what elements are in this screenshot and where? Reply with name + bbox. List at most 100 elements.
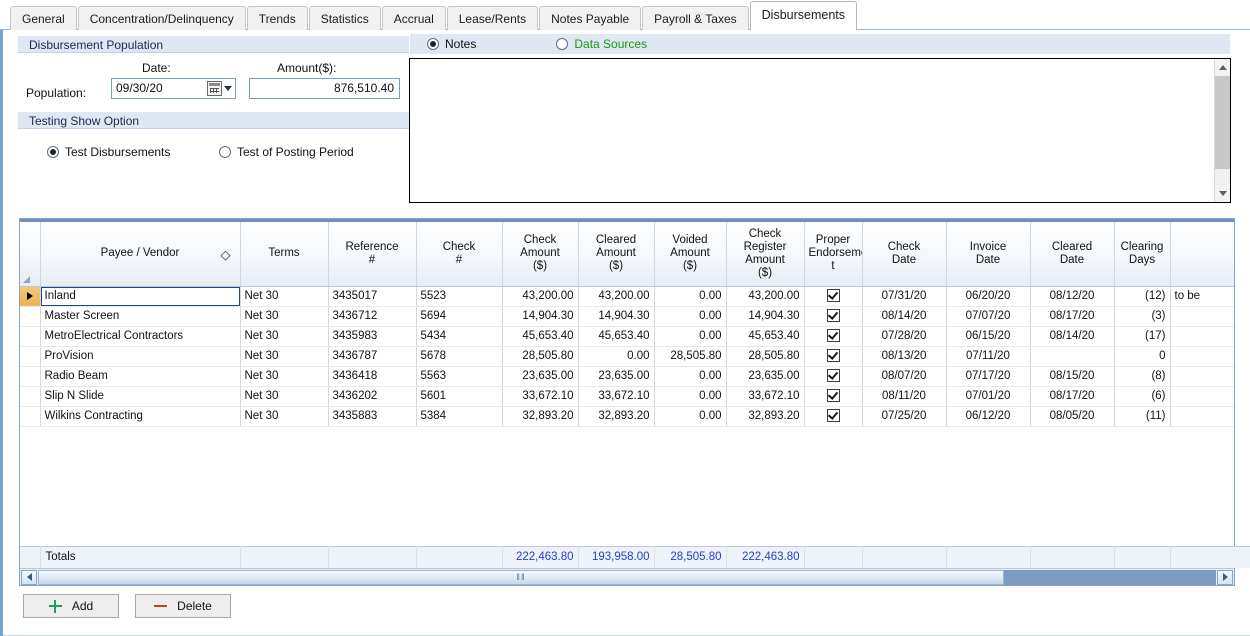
notes-vertical-scrollbar[interactable] — [1214, 59, 1230, 202]
checkbox-checked-icon[interactable] — [827, 309, 840, 322]
scroll-right-button[interactable] — [1217, 570, 1233, 585]
cell-reference[interactable]: 3435983 — [328, 326, 416, 346]
cell-terms[interactable]: Net 30 — [240, 386, 328, 406]
cell-overflow[interactable] — [1170, 386, 1234, 406]
cell-cleared_amount[interactable]: 0.00 — [578, 346, 654, 366]
hscroll-thumb[interactable]: ‖‖ — [38, 570, 1004, 585]
cell-overflow[interactable] — [1170, 306, 1234, 326]
checkbox-checked-icon[interactable] — [827, 369, 840, 382]
checkbox-checked-icon[interactable] — [827, 349, 840, 362]
cell-check_amount[interactable]: 32,893.20 — [502, 406, 578, 426]
tab-general[interactable]: General — [10, 6, 77, 30]
cell-check_register_amount[interactable]: 33,672.10 — [726, 386, 804, 406]
scroll-up-button[interactable] — [1215, 59, 1230, 76]
cell-cleared_date[interactable]: 08/17/20 — [1030, 386, 1114, 406]
cell-invoice_date[interactable]: 07/01/20 — [946, 386, 1030, 406]
cell-payee[interactable]: MetroElectrical Contractors — [40, 326, 240, 346]
radio-notes[interactable]: Notes — [427, 37, 476, 51]
checkbox-checked-icon[interactable] — [827, 289, 840, 302]
cell-proper_endorsement[interactable] — [804, 406, 862, 426]
radio-test-of-posting-period[interactable]: Test of Posting Period — [219, 145, 354, 159]
cell-terms[interactable]: Net 30 — [240, 286, 328, 306]
cell-payee[interactable]: Slip N Slide — [40, 386, 240, 406]
cell-reference[interactable]: 3436712 — [328, 306, 416, 326]
cell-proper_endorsement[interactable] — [804, 326, 862, 346]
cell-invoice_date[interactable]: 06/12/20 — [946, 406, 1030, 426]
row-indicator[interactable] — [20, 386, 40, 406]
grid-header-terms[interactable]: Terms — [240, 222, 328, 286]
scroll-left-button[interactable] — [21, 570, 37, 585]
radio-test-disbursements[interactable]: Test Disbursements — [47, 145, 170, 159]
cell-proper_endorsement[interactable] — [804, 386, 862, 406]
cell-cleared_date[interactable] — [1030, 346, 1114, 366]
cell-invoice_date[interactable]: 07/07/20 — [946, 306, 1030, 326]
tab-disbursements[interactable]: Disbursements — [750, 1, 857, 30]
cell-check_no[interactable]: 5563 — [416, 366, 502, 386]
grid-header-check_register_amount[interactable]: Check Register Amount ($) — [726, 222, 804, 286]
population-amount-input[interactable]: 876,510.40 — [249, 78, 400, 99]
cell-proper_endorsement[interactable] — [804, 346, 862, 366]
cell-check_no[interactable]: 5678 — [416, 346, 502, 366]
notes-textarea[interactable] — [409, 58, 1231, 203]
cell-cleared_amount[interactable]: 43,200.00 — [578, 286, 654, 306]
cell-check_date[interactable]: 07/31/20 — [862, 286, 946, 306]
grid-header-reference[interactable]: Reference # — [328, 222, 416, 286]
cell-cleared_date[interactable]: 08/12/20 — [1030, 286, 1114, 306]
cell-cleared_amount[interactable]: 33,672.10 — [578, 386, 654, 406]
cell-overflow[interactable] — [1170, 406, 1234, 426]
scrollbar-thumb[interactable] — [1215, 76, 1230, 169]
cell-check_register_amount[interactable]: 43,200.00 — [726, 286, 804, 306]
cell-cleared_date[interactable]: 08/14/20 — [1030, 326, 1114, 346]
grid-header-check_date[interactable]: Check Date — [862, 222, 946, 286]
cell-check_register_amount[interactable]: 32,893.20 — [726, 406, 804, 426]
cell-clearing_days[interactable]: (6) — [1114, 386, 1170, 406]
radio-dot-icon[interactable] — [427, 38, 439, 50]
cell-check_register_amount[interactable]: 45,653.40 — [726, 326, 804, 346]
table-row[interactable]: Slip N SlideNet 303436202560133,672.1033… — [20, 386, 1234, 406]
grid-header-payee[interactable]: Payee / Vendor◇ — [40, 222, 240, 286]
grid-header-cleared_amount[interactable]: Cleared Amount ($) — [578, 222, 654, 286]
grid-header-check_no[interactable]: Check # — [416, 222, 502, 286]
grid-header-check_amount[interactable]: Check Amount ($) — [502, 222, 578, 286]
delete-button[interactable]: Delete — [135, 594, 231, 618]
cell-check_date[interactable]: 08/13/20 — [862, 346, 946, 366]
grid-header-overflow[interactable] — [1170, 222, 1234, 286]
cell-cleared_amount[interactable]: 32,893.20 — [578, 406, 654, 426]
cell-invoice_date[interactable]: 06/20/20 — [946, 286, 1030, 306]
cell-check_date[interactable]: 07/28/20 — [862, 326, 946, 346]
cell-terms[interactable]: Net 30 — [240, 346, 328, 366]
grid-header-invoice_date[interactable]: Invoice Date — [946, 222, 1030, 286]
cell-clearing_days[interactable]: (11) — [1114, 406, 1170, 426]
row-indicator[interactable] — [20, 326, 40, 346]
tab-accrual[interactable]: Accrual — [382, 6, 446, 30]
population-date-input[interactable]: 09/30/20 — [111, 78, 236, 99]
cell-payee[interactable]: ProVision — [40, 346, 240, 366]
tab-concentration-delinquency[interactable]: Concentration/Delinquency — [78, 6, 246, 30]
grid-scroll-viewport[interactable]: Payee / Vendor◇TermsReference #Check #Ch… — [20, 222, 1234, 569]
cell-voided_amount[interactable]: 0.00 — [654, 326, 726, 346]
cell-check_amount[interactable]: 28,505.80 — [502, 346, 578, 366]
tab-statistics[interactable]: Statistics — [309, 6, 381, 30]
grid-header-proper_endorsement[interactable]: Proper Endorsemen t — [804, 222, 862, 286]
cell-reference[interactable]: 3436418 — [328, 366, 416, 386]
cell-invoice_date[interactable]: 07/11/20 — [946, 346, 1030, 366]
cell-reference[interactable]: 3436787 — [328, 346, 416, 366]
cell-terms[interactable]: Net 30 — [240, 366, 328, 386]
cell-check_date[interactable]: 08/07/20 — [862, 366, 946, 386]
cell-check_no[interactable]: 5523 — [416, 286, 502, 306]
cell-cleared_amount[interactable]: 23,635.00 — [578, 366, 654, 386]
sort-indicator-icon[interactable]: ◇ — [221, 248, 231, 261]
cell-overflow[interactable] — [1170, 326, 1234, 346]
cell-check_register_amount[interactable]: 28,505.80 — [726, 346, 804, 366]
scroll-down-button[interactable] — [1215, 185, 1230, 202]
cell-voided_amount[interactable]: 28,505.80 — [654, 346, 726, 366]
cell-terms[interactable]: Net 30 — [240, 326, 328, 346]
cell-check_amount[interactable]: 45,653.40 — [502, 326, 578, 346]
tab-payroll-taxes[interactable]: Payroll & Taxes — [642, 6, 748, 30]
cell-cleared_date[interactable]: 08/17/20 — [1030, 306, 1114, 326]
cell-check_amount[interactable]: 43,200.00 — [502, 286, 578, 306]
table-row[interactable]: Radio BeamNet 303436418556323,635.0023,6… — [20, 366, 1234, 386]
cell-invoice_date[interactable]: 06/15/20 — [946, 326, 1030, 346]
checkbox-checked-icon[interactable] — [827, 389, 840, 402]
cell-cleared_amount[interactable]: 45,653.40 — [578, 326, 654, 346]
